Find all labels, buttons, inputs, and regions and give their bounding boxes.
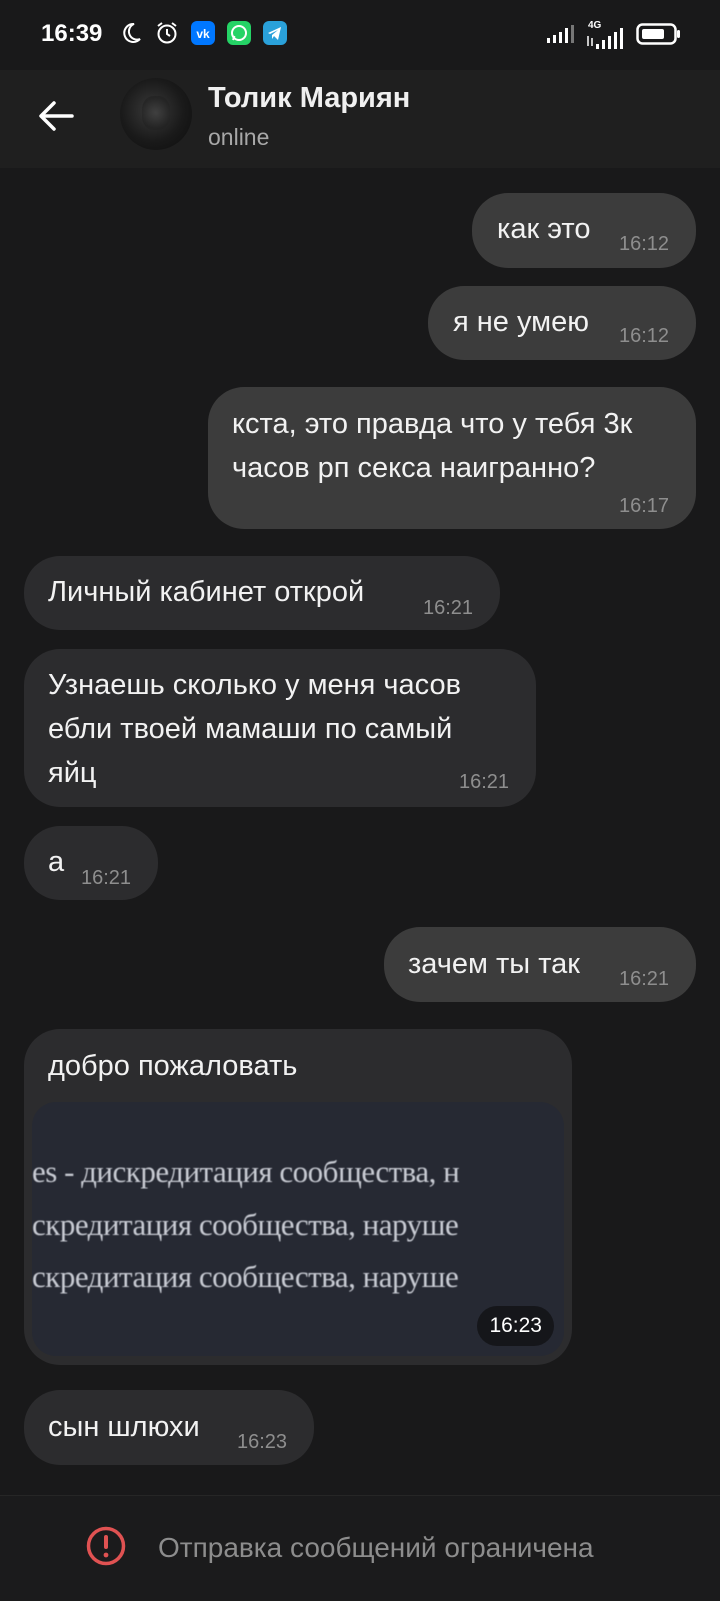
message-time: 16:21 xyxy=(459,771,510,793)
message-text: зачем ты так xyxy=(408,948,580,980)
message-time: 16:21 xyxy=(423,597,474,619)
warning-circle-icon xyxy=(86,1526,126,1566)
status-icons: vk xyxy=(118,20,288,46)
alarm-icon xyxy=(154,20,180,46)
signal-icon xyxy=(546,24,574,49)
chat-header: Толик Мариян online xyxy=(0,70,720,168)
message-text: я не умею xyxy=(453,306,589,338)
restriction-text: Отправка сообщений ограничена xyxy=(158,1532,594,1563)
status-right: 4G xyxy=(546,20,682,51)
contact-status: online xyxy=(208,124,270,150)
message-bubble-outgoing[interactable]: зачем ты так 16:21 xyxy=(384,927,696,1002)
restriction-bar: Отправка сообщений ограничена xyxy=(0,1495,720,1601)
whatsapp-icon xyxy=(226,20,252,46)
message-bubble-incoming[interactable]: Личный кабинет открой 16:21 xyxy=(24,556,500,630)
contact-name[interactable]: Толик Мариян xyxy=(208,82,410,115)
status-bar: 16:39 vk 4G xyxy=(0,0,720,70)
message-bubble-incoming[interactable]: а 16:21 xyxy=(24,826,158,900)
svg-text:vk: vk xyxy=(196,27,210,41)
vk-icon: vk xyxy=(190,20,216,46)
message-time: 16:17 xyxy=(619,495,670,517)
status-time: 16:39 xyxy=(41,20,103,47)
telegram-icon xyxy=(262,20,288,46)
message-bubble-incoming[interactable]: Узнаешь сколько у меня часов ебли твоей … xyxy=(24,649,536,807)
network-label: 4G xyxy=(588,19,602,31)
photo-text-line: скредитация сообщества, наруше xyxy=(32,1207,459,1242)
message-text: Узнаешь сколько у меня часов ебли твоей … xyxy=(48,669,462,789)
message-time: 16:12 xyxy=(619,233,670,255)
back-button[interactable] xyxy=(30,90,82,142)
message-time: 16:23 xyxy=(237,1431,288,1453)
arrow-left-icon xyxy=(39,101,74,131)
message-time: 16:21 xyxy=(619,968,670,990)
photo-time: 16:23 xyxy=(477,1306,554,1346)
message-text: кста, это правда что у тебя 3к часов рп … xyxy=(232,408,633,484)
signal-4g-icon: 4G xyxy=(586,20,624,50)
photo-text-line: es - дискредитация сообщества, н xyxy=(32,1154,460,1189)
message-text: добро пожаловать xyxy=(48,1050,298,1082)
message-time: 16:12 xyxy=(619,325,670,347)
message-bubble-outgoing[interactable]: как это 16:12 xyxy=(472,193,696,268)
message-bubble-outgoing[interactable]: я не умею 16:12 xyxy=(428,286,696,360)
message-text: Личный кабинет открой xyxy=(48,576,365,608)
avatar[interactable] xyxy=(120,78,192,150)
message-text: а xyxy=(48,846,65,878)
photo-text-line: скредитация сообщества, наруше xyxy=(32,1259,459,1294)
photo-attachment[interactable]: es - дискредитация сообщества, н скредит… xyxy=(32,1102,564,1356)
moon-icon xyxy=(118,20,144,46)
message-text: сын шлюхи xyxy=(48,1411,200,1443)
battery-icon xyxy=(636,22,682,51)
message-bubble-incoming[interactable]: сын шлюхи 16:23 xyxy=(24,1390,314,1465)
message-bubble-outgoing[interactable]: кста, это правда что у тебя 3к часов рп … xyxy=(208,387,696,529)
message-text: как это xyxy=(497,213,591,245)
message-time: 16:21 xyxy=(81,867,132,889)
